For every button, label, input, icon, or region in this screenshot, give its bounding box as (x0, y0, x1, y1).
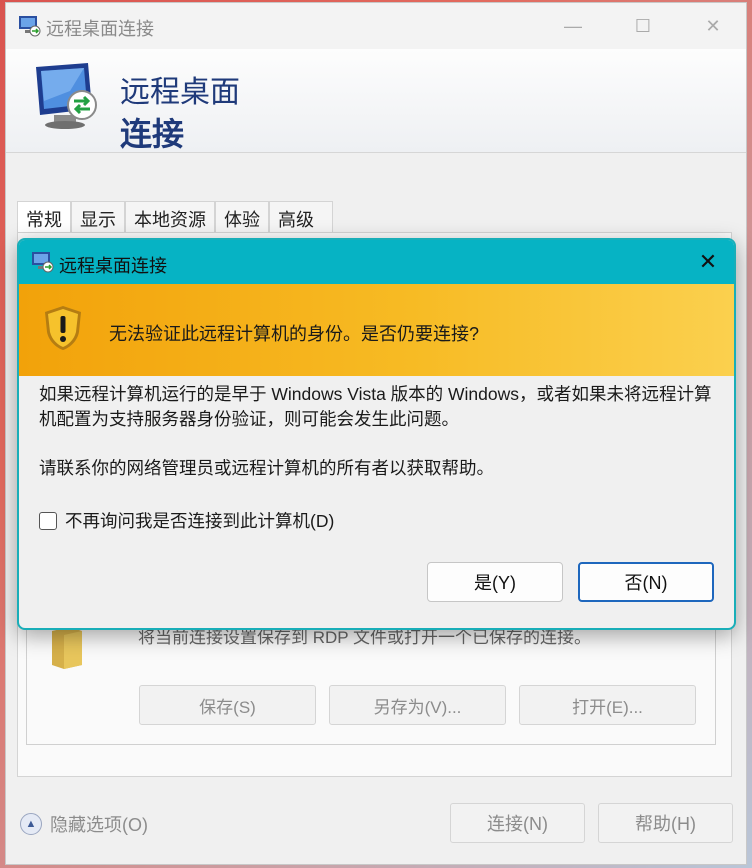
bottom-bar: ▲ 隐藏选项(O) 连接(N) 帮助(H) (6, 793, 746, 853)
tab-advanced[interactable]: 高级 (269, 201, 333, 233)
tab-experience[interactable]: 体验 (215, 201, 269, 233)
dont-ask-checkbox[interactable]: 不再询问我是否连接到此计算机(D) (39, 508, 334, 533)
chevron-up-icon: ▲ (20, 813, 42, 835)
hide-options-toggle[interactable]: ▲ 隐藏选项(O) (20, 811, 148, 837)
banner-title-line1: 远程桌面 (120, 76, 240, 109)
window-title: 远程桌面连接 (46, 19, 154, 39)
yes-button[interactable]: 是(Y) (427, 562, 563, 602)
warning-banner: 无法验证此远程计算机的身份。是否仍要连接? (19, 284, 734, 376)
close-icon: ✕ (698, 249, 718, 274)
explanation-text: 如果远程计算机运行的是早于 Windows Vista 版本的 Windows，… (39, 384, 712, 429)
maximize-button[interactable]: ☐ (608, 3, 678, 49)
checkbox-label: 不再询问我是否连接到此计算机(D) (65, 511, 335, 531)
banner-title-line2: 连接 (120, 116, 185, 152)
tab-display[interactable]: 显示 (71, 201, 125, 233)
help-button[interactable]: 帮助(H) (598, 803, 733, 843)
close-icon: ✕ (705, 15, 721, 36)
no-button[interactable]: 否(N) (578, 562, 714, 602)
minimize-icon: — (564, 15, 582, 36)
open-button[interactable]: 打开(E)... (519, 685, 696, 725)
monitor-icon (36, 63, 97, 129)
title-bar: 远程桌面连接 — ☐ ✕ (6, 3, 746, 49)
dialog-body: 如果远程计算机运行的是早于 Windows Vista 版本的 Windows，… (39, 382, 719, 505)
tab-strip: 常规 显示 本地资源 体验 高级 (17, 201, 333, 233)
dialog-close-button[interactable]: ✕ (690, 245, 726, 279)
maximize-icon: ☐ (634, 15, 652, 36)
save-button[interactable]: 保存(S) (139, 685, 316, 725)
warning-headline: 无法验证此远程计算机的身份。是否仍要连接? (109, 324, 480, 344)
remote-desktop-icon (19, 16, 41, 37)
tab-general[interactable]: 常规 (17, 201, 71, 233)
warning-shield-icon (45, 306, 81, 350)
tab-local-resources[interactable]: 本地资源 (125, 201, 215, 233)
minimize-button[interactable]: — (538, 3, 608, 49)
security-warning-dialog: 远程桌面连接 ✕ 无法验证此远程计算机的身份。是否仍要连接? 如果远程计算机运行… (17, 238, 736, 630)
folder-icon (52, 627, 82, 669)
close-button[interactable]: ✕ (678, 3, 748, 49)
save-as-button[interactable]: 另存为(V)... (329, 685, 506, 725)
dialog-title: 远程桌面连接 (59, 256, 167, 276)
connect-button[interactable]: 连接(N) (450, 803, 585, 843)
hide-options-label: 隐藏选项(O) (50, 815, 148, 835)
contact-text: 请联系你的网络管理员或远程计算机的所有者以获取帮助。 (39, 458, 494, 478)
checkbox-icon (39, 511, 57, 530)
remote-desktop-icon (32, 252, 54, 273)
header-banner: 远程桌面 连接 (6, 49, 746, 153)
dialog-title-bar: 远程桌面连接 ✕ (19, 240, 734, 284)
